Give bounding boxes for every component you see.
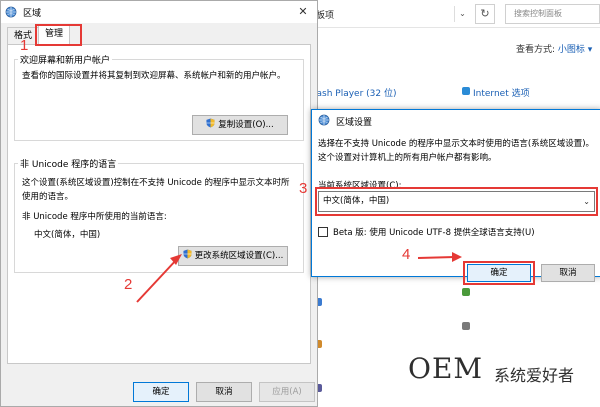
search-input[interactable]: 搜索控制面板 xyxy=(505,4,600,24)
view-by-label: 查看方式: xyxy=(516,45,556,55)
copy-settings-label: 复制设置(O)... xyxy=(218,120,274,130)
annotation-tab-highlight xyxy=(35,24,82,46)
annotation-step-1: 1 xyxy=(20,37,29,54)
view-by-dropdown[interactable]: 小图标 ▾ xyxy=(558,45,592,55)
region-ok-button[interactable]: 确定 xyxy=(133,382,189,402)
region-settings-title: 区域设置 xyxy=(336,118,373,128)
region-settings-description: 选择在不支持 Unicode 的程序中显示文本时使用的语言(系统区域设置)。这个… xyxy=(318,139,595,163)
current-language-value: 中文(简体，中国) xyxy=(34,230,101,240)
change-system-locale-label: 更改系统区域设置(C)... xyxy=(194,251,284,261)
administrative-tab-pane: 欢迎屏幕和新用户帐户 查看你的国际设置并将其复制到欢迎屏幕、系统帐户和新的用户帐… xyxy=(7,44,311,364)
cp-item-icon xyxy=(462,288,470,296)
region-apply-button[interactable]: 应用(A) xyxy=(259,382,315,402)
annotation-step-3: 3 xyxy=(299,180,308,197)
watermark-text: 系统爱好者 xyxy=(494,366,575,385)
cp-item-flash-player[interactable]: lash Player (32 位) xyxy=(314,86,396,99)
non-unicode-group-title: 非 Unicode 程序的语言 xyxy=(18,157,119,170)
watermark-oem: OEM xyxy=(408,352,484,385)
region-settings-body: 选择在不支持 Unicode 的程序中显示文本时使用的语言(系统区域设置)。这个… xyxy=(312,131,600,285)
cp-item-internet-options[interactable]: Internet 选项 xyxy=(473,86,530,99)
close-icon[interactable]: ✕ xyxy=(291,3,315,21)
annotation-select-highlight xyxy=(315,187,598,216)
region-globe-icon xyxy=(5,6,17,18)
region-settings-titlebar: 区域设置 xyxy=(312,110,600,131)
uac-shield-icon xyxy=(206,118,215,128)
watermark: OEM 系统爱好者 xyxy=(398,352,600,396)
region-dialog-title: 区域 xyxy=(23,9,42,19)
welcome-group-title: 欢迎屏幕和新用户帐户 xyxy=(18,53,113,66)
beta-utf8-checkbox[interactable] xyxy=(318,227,328,237)
region-settings-cancel-button[interactable]: 取消 xyxy=(541,264,595,282)
beta-utf8-label[interactable]: Beta 版: 使用 Unicode UTF-8 提供全球语言支持(U) xyxy=(333,226,535,238)
annotation-step-2: 2 xyxy=(124,276,133,293)
address-text[interactable]: 板项 xyxy=(316,8,334,21)
region-globe-icon xyxy=(318,114,330,126)
refresh-icon[interactable]: ↻ xyxy=(475,4,495,24)
cp-item-icon xyxy=(462,322,470,330)
view-by: 查看方式: 小图标 ▾ xyxy=(516,42,592,55)
copy-settings-button[interactable]: 复制设置(O)... xyxy=(192,115,288,135)
region-dialog-titlebar: 区域 ✕ xyxy=(1,1,317,23)
change-system-locale-button[interactable]: 更改系统区域设置(C)... xyxy=(178,246,288,266)
region-settings-dialog: 区域设置 选择在不支持 Unicode 的程序中显示文本时使用的语言(系统区域设… xyxy=(311,109,600,285)
current-language-label: 非 Unicode 程序中所使用的当前语言: xyxy=(22,212,167,222)
annotation-ok-highlight xyxy=(463,261,535,285)
non-unicode-description: 这个设置(系统区域设置)控制在不支持 Unicode 的程序中显示文本时所使用的… xyxy=(22,178,290,202)
address-dropdown-icon[interactable]: ⌄ xyxy=(454,6,470,22)
internet-options-icon xyxy=(462,87,470,95)
control-panel-address-bar: 板项 ⌄ ↻ 搜索控制面板 xyxy=(300,0,600,28)
welcome-group-description: 查看你的国际设置并将其复制到欢迎屏幕、系统帐户和新的用户帐户。 xyxy=(22,71,286,81)
uac-shield-icon xyxy=(183,249,192,259)
annotation-step-4: 4 xyxy=(402,246,411,263)
region-cancel-button[interactable]: 取消 xyxy=(196,382,252,402)
region-dialog: 区域 ✕ 格式 管理 欢迎屏幕和新用户帐户 查看你的国际设置并将其复制到欢迎屏幕… xyxy=(0,0,318,407)
